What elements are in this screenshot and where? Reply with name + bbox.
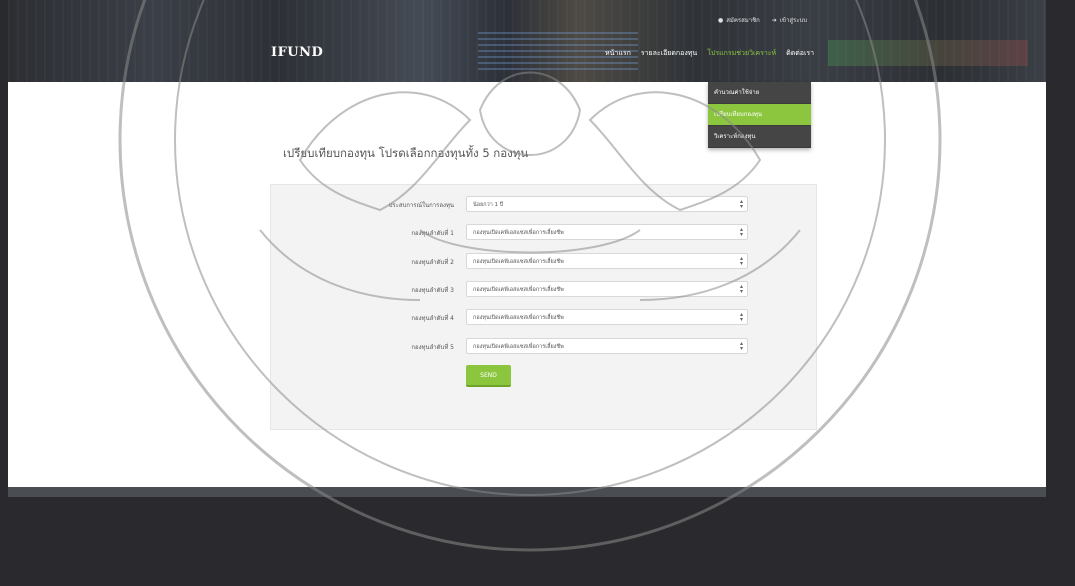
fund-2-select[interactable]: กองทุนเปิดเคพีเอสแซสเพื่อการเลี้ยงชีพ ▴ ▾	[466, 253, 748, 269]
top-links: ● สมัครสมาชิก ➜ เข้าสู่ระบบ	[718, 15, 807, 25]
banner-chart-graphic	[828, 40, 1028, 66]
fund-5-label: กองทุนลำดับที่ 5	[411, 344, 454, 351]
brand-logo[interactable]: IFUND	[271, 45, 323, 60]
fund-3-label: กองทุนลำดับที่ 3	[411, 287, 454, 294]
login-label: เข้าสู่ระบบ	[779, 17, 808, 24]
fund-1-label: กองทุนลำดับที่ 1	[411, 230, 454, 237]
fund-5-select[interactable]: กองทุนเปิดเคพีเอสแซสเพื่อการเลี้ยงชีพ ▴ ▾	[466, 338, 748, 354]
app-window: IFUND ● สมัครสมาชิก ➜ เข้าสู่ระบบ หน้าแร…	[8, 0, 1046, 497]
user-icon: ●	[718, 16, 724, 24]
nav-item-fund-details[interactable]: รายละเอียดกองทุน	[636, 45, 702, 62]
nav-item-analysis-tools[interactable]: โปรแกรมช่วยวิเคราะห์	[702, 45, 781, 62]
fund-2-label: กองทุนลำดับที่ 2	[411, 259, 454, 266]
select-arrows-icon: ▴ ▾	[739, 311, 743, 323]
form-row-experience: ประสบการณ์ในการลงทุน น้อยกว่า 1 ปี ▴ ▾	[271, 196, 816, 214]
fund-4-select[interactable]: กองทุนเปิดเคพีเอสแซสเพื่อการเลี้ยงชีพ ▴ ▾	[466, 309, 748, 325]
form-row-fund-2: กองทุนลำดับที่ 2 กองทุนเปิดเคพีเอสแซสเพื…	[271, 253, 816, 271]
dropdown-item-compare-funds[interactable]: เปรียบเทียบกองทุน	[708, 104, 811, 126]
compare-form-panel: ประสบการณ์ในการลงทุน น้อยกว่า 1 ปี ▴ ▾ กอ…	[270, 184, 817, 430]
select-arrows-icon: ▴ ▾	[739, 340, 743, 352]
page-title: เปรียบเทียบกองทุน โปรดเลือกกองทุนทั้ง 5 …	[283, 146, 529, 160]
form-row-fund-4: กองทุนลำดับที่ 4 กองทุนเปิดเคพีเอสแซสเพื…	[271, 309, 816, 327]
header-banner: IFUND ● สมัครสมาชิก ➜ เข้าสู่ระบบ หน้าแร…	[8, 0, 1046, 82]
nav-item-contact[interactable]: ติดต่อเรา	[781, 45, 819, 62]
register-link[interactable]: ● สมัครสมาชิก	[718, 15, 760, 25]
dropdown-item-cost-calculator[interactable]: คำนวณค่าใช้จ่าย	[708, 82, 811, 104]
experience-select[interactable]: น้อยกว่า 1 ปี ▴ ▾	[466, 196, 748, 212]
select-arrows-icon: ▴ ▾	[739, 283, 743, 295]
select-arrows-icon: ▴ ▾	[739, 198, 743, 210]
login-icon: ➜	[771, 16, 777, 24]
send-button[interactable]: SEND	[466, 365, 511, 387]
main-nav: หน้าแรก รายละเอียดกองทุน โปรแกรมช่วยวิเค…	[600, 45, 819, 62]
login-link[interactable]: ➜ เข้าสู่ระบบ	[772, 15, 807, 25]
form-row-fund-3: กองทุนลำดับที่ 3 กองทุนเปิดเคพีเอสแซสเพื…	[271, 281, 816, 299]
footer-bar	[8, 487, 1046, 497]
analysis-dropdown-menu: คำนวณค่าใช้จ่าย เปรียบเทียบกองทุน วิเครา…	[708, 82, 811, 148]
fund-1-value: กองทุนเปิดเคพีเอสแซสเพื่อการเลี้ยงชีพ	[473, 230, 564, 236]
experience-value: น้อยกว่า 1 ปี	[473, 202, 504, 208]
form-row-fund-1: กองทุนลำดับที่ 1 กองทุนเปิดเคพีเอสแซสเพื…	[271, 224, 816, 242]
fund-5-value: กองทุนเปิดเคพีเอสแซสเพื่อการเลี้ยงชีพ	[473, 344, 564, 350]
dropdown-item-analyze-funds[interactable]: วิเคราะห์กองทุน	[708, 126, 811, 148]
nav-item-home[interactable]: หน้าแรก	[600, 45, 636, 62]
fund-4-value: กองทุนเปิดเคพีเอสแซสเพื่อการเลี้ยงชีพ	[473, 315, 564, 321]
select-arrows-icon: ▴ ▾	[739, 255, 743, 267]
form-row-fund-5: กองทุนลำดับที่ 5 กองทุนเปิดเคพีเอสแซสเพื…	[271, 338, 816, 356]
fund-3-value: กองทุนเปิดเคพีเอสแซสเพื่อการเลี้ยงชีพ	[473, 287, 564, 293]
fund-2-value: กองทุนเปิดเคพีเอสแซสเพื่อการเลี้ยงชีพ	[473, 259, 564, 265]
fund-4-label: กองทุนลำดับที่ 4	[411, 315, 454, 322]
fund-1-select[interactable]: กองทุนเปิดเคพีเอสแซสเพื่อการเลี้ยงชีพ ▴ ▾	[466, 224, 748, 240]
register-label: สมัครสมาชิก	[726, 17, 760, 24]
select-arrows-icon: ▴ ▾	[739, 226, 743, 238]
fund-3-select[interactable]: กองทุนเปิดเคพีเอสแซสเพื่อการเลี้ยงชีพ ▴ ▾	[466, 281, 748, 297]
experience-label: ประสบการณ์ในการลงทุน	[388, 202, 454, 209]
